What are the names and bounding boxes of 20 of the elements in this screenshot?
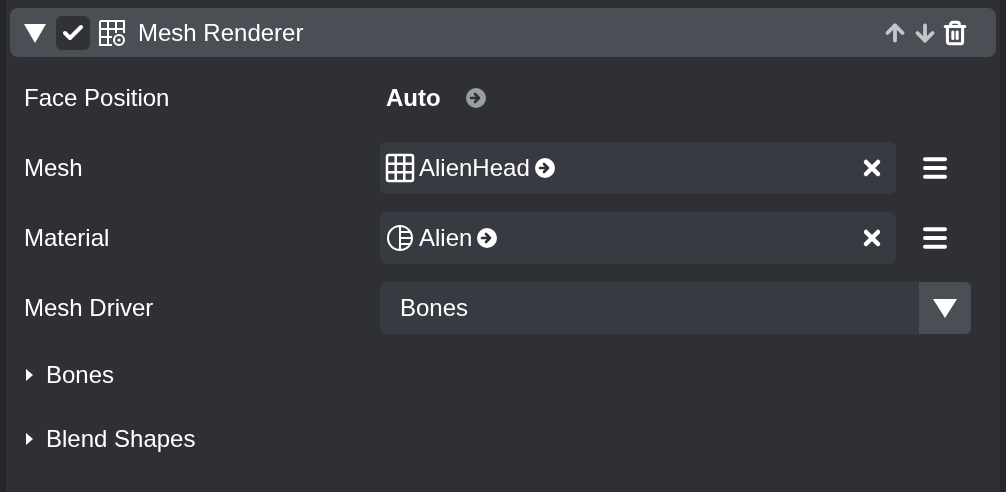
property-label: Material: [23, 223, 111, 253]
foldout-label[interactable]: Bones: [46, 357, 115, 393]
property-label: Mesh Driver: [23, 293, 155, 323]
go-to-icon[interactable]: [533, 157, 556, 179]
sphere-icon: [385, 223, 415, 253]
reference-field[interactable]: Alien: [380, 212, 896, 264]
collapsed-triangle-icon[interactable]: [24, 432, 34, 446]
delete-icon[interactable]: [942, 19, 968, 46]
collapsed-triangle-icon[interactable]: [24, 368, 34, 382]
dropdown-field[interactable]: Bones: [380, 282, 971, 334]
property-label: Mesh: [23, 153, 84, 183]
grid-icon: [385, 153, 415, 183]
property-value: Auto: [386, 83, 441, 113]
component-title: Mesh Renderer: [138, 17, 304, 48]
property-label: Face Position: [23, 83, 171, 113]
enable-checkbox[interactable]: [56, 15, 90, 50]
grid-gear-icon: [98, 18, 126, 47]
go-to-icon[interactable]: [476, 227, 499, 249]
foldout-label[interactable]: Blend Shapes: [46, 421, 196, 457]
reference-field[interactable]: AlienHead: [380, 142, 896, 194]
